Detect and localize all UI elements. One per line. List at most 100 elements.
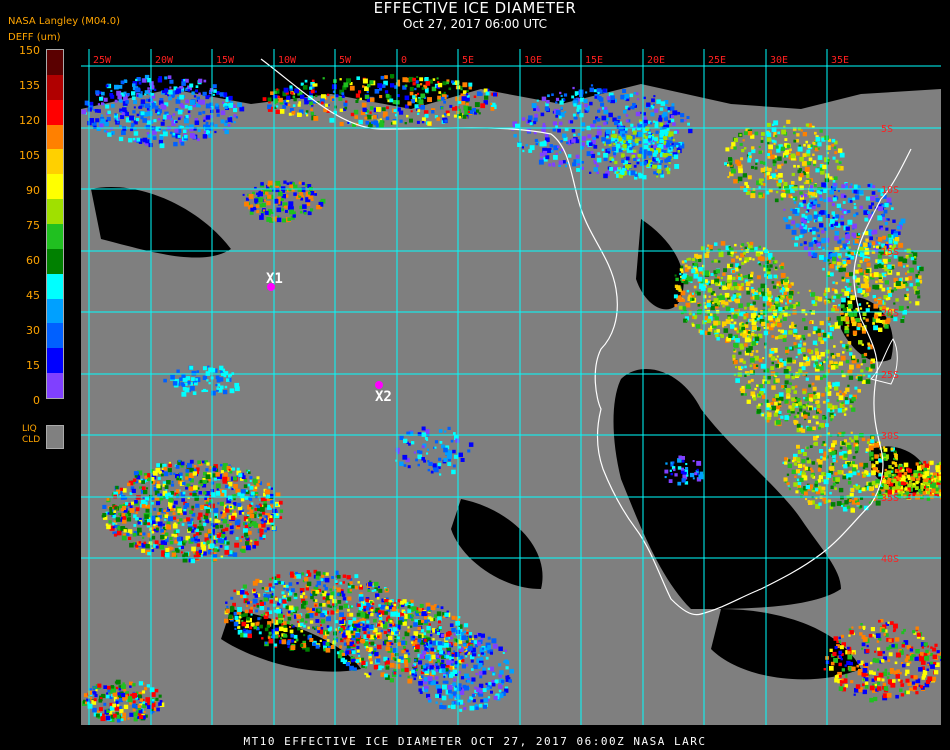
cloud-pixel xyxy=(714,242,718,246)
cloud-pixel xyxy=(356,76,360,80)
cloud-pixel xyxy=(794,324,797,327)
cloud-pixel xyxy=(132,110,136,114)
cloud-pixel xyxy=(365,121,370,125)
cloud-pixel xyxy=(882,479,886,484)
cloud-pixel xyxy=(808,384,812,388)
cloud-pixel xyxy=(272,508,277,514)
cloud-pixel xyxy=(453,114,457,118)
cloud-pixel xyxy=(121,130,126,135)
cloud-pixel xyxy=(298,101,301,104)
cloud-pixel xyxy=(795,223,800,228)
cloud-pixel xyxy=(801,223,804,226)
cloud-pixel xyxy=(814,415,819,420)
cloud-pixel xyxy=(838,320,843,326)
cloud-pixel xyxy=(713,293,717,296)
cloud-pixel xyxy=(744,181,748,186)
cloud-pixel xyxy=(853,213,857,217)
cloud-pixel xyxy=(341,92,345,96)
cloud-pixel xyxy=(275,109,280,114)
cloud-pixel xyxy=(872,322,875,325)
cloud-pixel xyxy=(143,489,148,495)
cloud-pixel xyxy=(730,146,734,150)
cloud-pixel xyxy=(197,538,200,542)
cloud-pixel xyxy=(706,302,711,308)
cloud-pixel xyxy=(733,359,738,365)
cloud-pixel xyxy=(793,131,796,135)
cloud-pixel xyxy=(618,124,621,127)
cloud-pixel xyxy=(167,492,171,496)
legend-tick-label: 30 xyxy=(26,324,40,337)
cloud-pixel xyxy=(803,219,807,224)
cloud-pixel xyxy=(198,491,202,495)
cloud-pixel xyxy=(815,136,821,142)
cloud-pixel xyxy=(446,81,449,85)
cloud-pixel xyxy=(173,472,176,475)
cloud-pixel xyxy=(780,320,783,323)
cloud-pixel xyxy=(633,157,637,161)
cloud-pixel xyxy=(188,478,192,481)
cloud-pixel xyxy=(557,128,561,133)
cloud-pixel xyxy=(178,546,182,550)
cloud-pixel xyxy=(289,85,293,89)
cloud-pixel xyxy=(750,352,754,357)
cloud-pixel xyxy=(157,493,161,497)
cloud-pixel xyxy=(171,480,174,483)
cloud-pixel xyxy=(173,141,178,147)
cloud-pixel xyxy=(852,467,857,472)
cloud-pixel xyxy=(442,81,447,86)
cloud-pixel xyxy=(903,462,909,468)
cloud-pixel xyxy=(215,491,221,496)
cloud-pixel xyxy=(420,105,425,110)
cloud-pixel xyxy=(635,92,639,96)
cloud-pixel xyxy=(279,109,285,114)
cloud-pixel xyxy=(154,540,159,545)
cloud-pixel xyxy=(746,290,751,295)
cloud-pixel xyxy=(778,334,783,339)
cloud-pixel xyxy=(198,512,203,517)
cloud-pixel xyxy=(654,121,659,125)
cloud-pixel xyxy=(662,153,667,158)
cloud-pixel xyxy=(297,103,301,107)
cloud-pixel xyxy=(804,246,808,251)
cloud-pixel xyxy=(614,120,619,126)
cloud-pixel xyxy=(761,413,765,417)
cloud-pixel xyxy=(842,475,847,480)
cloud-pixel xyxy=(841,237,845,241)
cloud-pixel xyxy=(777,164,782,169)
cloud-pixel xyxy=(181,81,186,86)
cloud-pixel xyxy=(926,497,931,501)
cloud-pixel xyxy=(783,369,789,374)
cloud-pixel xyxy=(145,508,150,513)
cloud-pixel xyxy=(291,92,294,95)
cloud-pixel xyxy=(136,137,141,142)
cloud-pixel xyxy=(151,549,155,552)
cloud-pixel xyxy=(202,522,207,527)
cloud-pixel xyxy=(153,507,157,511)
cloud-pixel xyxy=(664,106,668,110)
cloud-pixel xyxy=(214,130,217,134)
cloud-pixel xyxy=(602,107,605,110)
cloud-pixel xyxy=(682,298,685,302)
cloud-pixel xyxy=(773,274,777,279)
cloud-pixel xyxy=(632,102,636,107)
cloud-pixel xyxy=(414,104,419,109)
cloud-pixel xyxy=(679,298,682,301)
cloud-pixel xyxy=(864,217,869,222)
cloud-pixel xyxy=(791,172,795,177)
cloud-pixel xyxy=(846,505,851,509)
cloud-pixel xyxy=(173,500,178,505)
cloud-pixel xyxy=(266,482,270,486)
cloud-pixel xyxy=(621,172,624,175)
cloud-pixel xyxy=(822,189,827,193)
cloud-pixel xyxy=(755,364,759,367)
cloud-pixel xyxy=(755,350,759,353)
cloud-pixel xyxy=(630,170,636,176)
cloud-pixel xyxy=(733,146,737,150)
cloud-pixel xyxy=(138,81,142,85)
cloud-pixel xyxy=(97,103,100,106)
cloud-pixel xyxy=(868,205,873,209)
cloud-pixel xyxy=(774,158,778,161)
cloud-pixel xyxy=(872,295,876,299)
cloud-pixel xyxy=(774,336,779,340)
cloud-pixel xyxy=(870,361,873,364)
